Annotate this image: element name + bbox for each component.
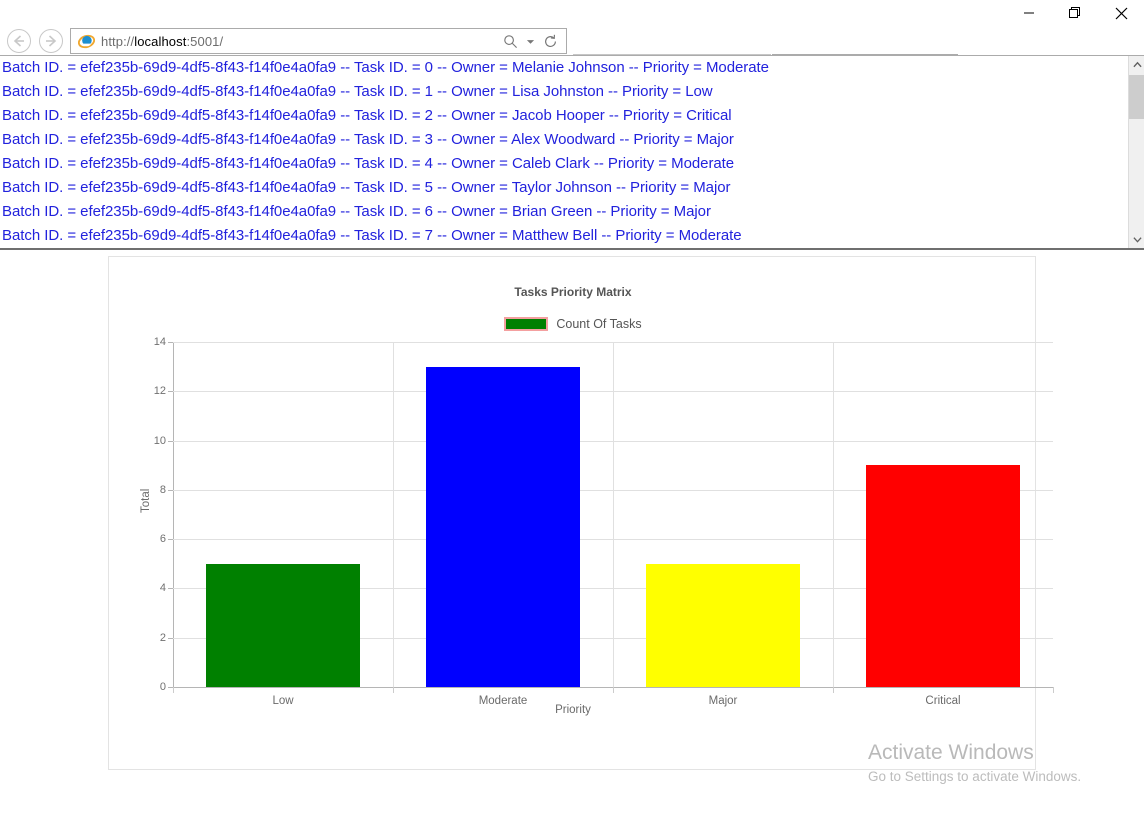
scroll-up-arrow-icon[interactable]: [1129, 56, 1144, 73]
browser-navigation-bar: http://localhost:5001/: [0, 26, 1144, 56]
x-tick-mark: [173, 687, 174, 693]
y-tick-label: 6: [160, 533, 166, 545]
scrollbar-thumb[interactable]: [1129, 75, 1144, 119]
task-line: Batch ID. = efef235b-69d9-4df5-8f43-f14f…: [0, 152, 1128, 176]
bar-low[interactable]: [206, 564, 360, 687]
x-gridline: [833, 342, 834, 687]
x-tick-mark: [613, 687, 614, 693]
x-gridline: [613, 342, 614, 687]
x-gridline: [393, 342, 394, 687]
y-tick-label: 10: [154, 435, 166, 447]
minimize-icon: [1023, 7, 1035, 19]
restore-button[interactable]: [1052, 0, 1098, 26]
y-tick-mark: [168, 342, 173, 343]
plot-area: 02468101214LowModerateMajorCritical: [173, 342, 1053, 687]
address-bar-actions: [501, 30, 566, 52]
refresh-icon[interactable]: [541, 30, 559, 52]
back-arrow-icon: [6, 28, 32, 54]
legend-label: Count Of Tasks: [556, 317, 641, 331]
minimize-button[interactable]: [1006, 0, 1052, 26]
task-line: Batch ID. = efef235b-69d9-4df5-8f43-f14f…: [0, 128, 1128, 152]
legend-color-swatch: [504, 317, 548, 331]
chart-title: Tasks Priority Matrix: [109, 285, 1037, 299]
window-titlebar: [0, 0, 1144, 26]
y-tick-mark: [168, 588, 173, 589]
bar-moderate[interactable]: [426, 367, 580, 687]
url-text: http://localhost:5001/: [97, 34, 501, 49]
internet-explorer-icon: [75, 31, 97, 51]
y-tick-mark: [168, 539, 173, 540]
close-icon: [1115, 7, 1128, 20]
task-line: Batch ID. = efef235b-69d9-4df5-8f43-f14f…: [0, 80, 1128, 104]
y-tick-mark: [168, 638, 173, 639]
chart-panel: Tasks Priority Matrix Count Of Tasks Tot…: [108, 256, 1036, 770]
nav-arrow-group: [4, 26, 66, 56]
y-tick-label: 14: [154, 336, 166, 348]
y-axis-line: [173, 342, 174, 688]
address-bar[interactable]: http://localhost:5001/: [70, 28, 567, 54]
chevron-down-icon[interactable]: [521, 30, 539, 52]
y-tick-label: 4: [160, 582, 166, 594]
x-tick-mark: [1053, 687, 1054, 693]
search-icon[interactable]: [501, 30, 519, 52]
bar-major[interactable]: [646, 564, 800, 687]
x-axis-title: Priority: [109, 704, 1037, 716]
task-line: Batch ID. = efef235b-69d9-4df5-8f43-f14f…: [0, 224, 1128, 248]
y-tick-label: 8: [160, 484, 166, 496]
task-line: Batch ID. = efef235b-69d9-4df5-8f43-f14f…: [0, 176, 1128, 200]
window-controls: [1006, 0, 1144, 26]
y-tick-mark: [168, 391, 173, 392]
x-tick-mark: [833, 687, 834, 693]
forward-button[interactable]: [36, 26, 66, 56]
back-button[interactable]: [4, 26, 34, 56]
pane-divider: [0, 248, 1144, 250]
y-axis-title: Total: [140, 489, 152, 513]
task-line: Batch ID. = efef235b-69d9-4df5-8f43-f14f…: [0, 104, 1128, 128]
task-line: Batch ID. = efef235b-69d9-4df5-8f43-f14f…: [0, 56, 1128, 80]
vertical-scrollbar[interactable]: [1128, 56, 1144, 248]
y-tick-mark: [168, 490, 173, 491]
task-line: Batch ID. = efef235b-69d9-4df5-8f43-f14f…: [0, 200, 1128, 224]
chart-legend: Count Of Tasks: [109, 317, 1037, 331]
y-tick-label: 12: [154, 385, 166, 397]
tasks-text-pane: Batch ID. = efef235b-69d9-4df5-8f43-f14f…: [0, 56, 1128, 248]
forward-arrow-icon: [38, 28, 64, 54]
y-tick-label: 0: [160, 681, 166, 693]
bar-critical[interactable]: [866, 465, 1020, 687]
scroll-down-arrow-icon[interactable]: [1129, 231, 1144, 248]
close-button[interactable]: [1098, 0, 1144, 26]
restore-icon: [1069, 7, 1081, 19]
y-tick-label: 2: [160, 632, 166, 644]
x-tick-mark: [393, 687, 394, 693]
y-tick-mark: [168, 441, 173, 442]
